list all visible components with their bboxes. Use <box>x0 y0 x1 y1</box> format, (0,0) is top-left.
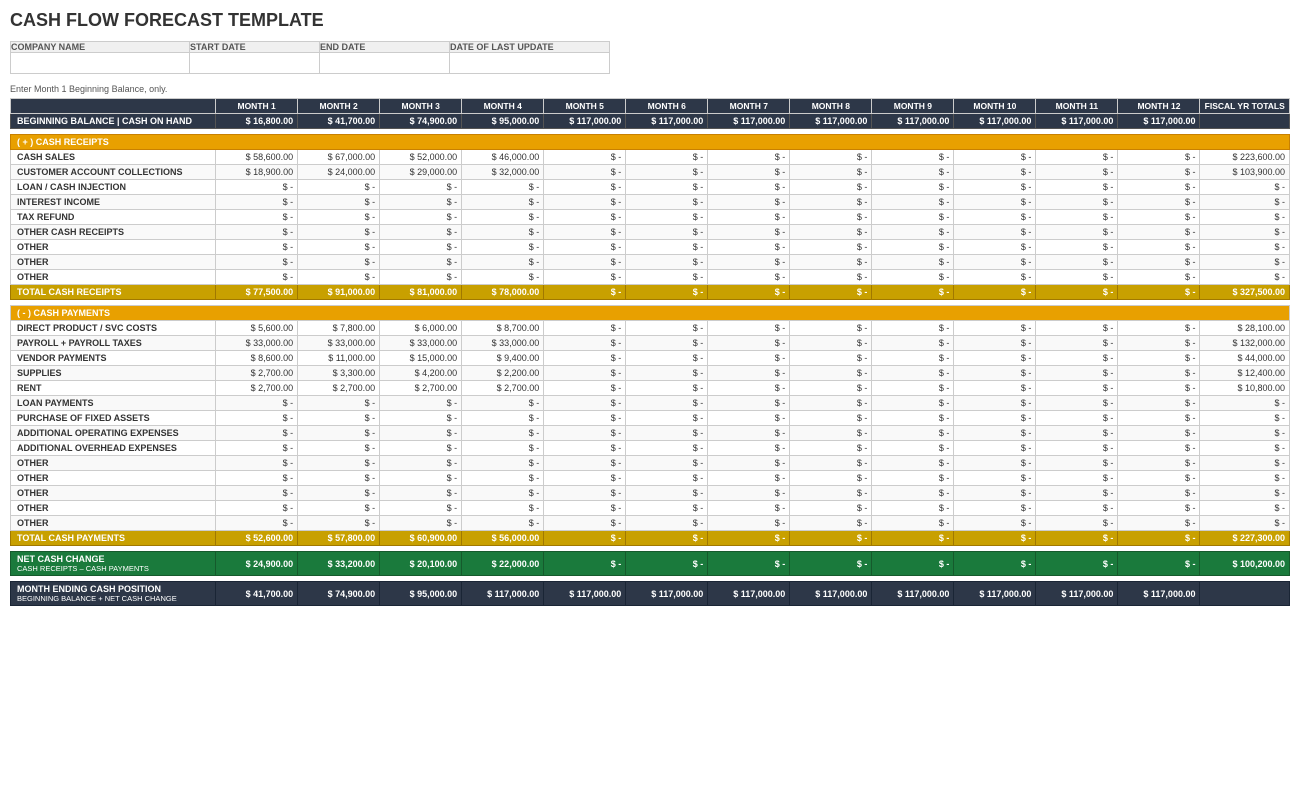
cash-payments-header: ( - ) CASH PAYMENTS <box>11 306 1290 321</box>
receipt-row-7: OTHER $ - $ - $ - $ - $ - $ - $ - $ - $ … <box>11 255 1290 270</box>
month-ending-label: MONTH ENDING CASH POSITION BEGINNING BAL… <box>11 582 216 606</box>
r0-m10[interactable]: $ - <box>954 150 1036 165</box>
cash-payments-header-row: ( - ) CASH PAYMENTS <box>11 306 1290 321</box>
payment-row-1: PAYROLL + PAYROLL TAXES $ 33,000.00 $ 33… <box>11 336 1290 351</box>
company-name-label: COMPANY NAME <box>11 42 189 53</box>
bb-m10[interactable]: $ 117,000.00 <box>954 114 1036 129</box>
payment-row-13: OTHER $ - $ - $ - $ - $ - $ - $ - $ - $ … <box>11 516 1290 531</box>
bb-m9[interactable]: $ 117,000.00 <box>872 114 954 129</box>
bb-m11[interactable]: $ 117,000.00 <box>1036 114 1118 129</box>
bb-m1[interactable]: $ 16,800.00 <box>216 114 298 129</box>
receipt-row-3: INTEREST INCOME $ - $ - $ - $ - $ - $ - … <box>11 195 1290 210</box>
month3-header: MONTH 3 <box>380 99 462 114</box>
cash-receipts-header-row: ( + ) CASH RECEIPTS <box>11 135 1290 150</box>
receipt-label-1: CUSTOMER ACCOUNT COLLECTIONS <box>11 165 216 180</box>
note-text: Enter Month 1 Beginning Balance, only. <box>10 82 1290 98</box>
month11-header: MONTH 11 <box>1036 99 1118 114</box>
bb-fiscal <box>1200 114 1290 129</box>
column-headers: MONTH 1 MONTH 2 MONTH 3 MONTH 4 MONTH 5 … <box>11 99 1290 114</box>
end-date-value[interactable] <box>320 53 449 73</box>
r0-m3[interactable]: $ 52,000.00 <box>380 150 462 165</box>
month7-header: MONTH 7 <box>708 99 790 114</box>
start-date-value[interactable] <box>190 53 319 73</box>
r0-m4[interactable]: $ 46,000.00 <box>462 150 544 165</box>
receipt-row-5: OTHER CASH RECEIPTS $ - $ - $ - $ - $ - … <box>11 225 1290 240</box>
payment-row-12: OTHER $ - $ - $ - $ - $ - $ - $ - $ - $ … <box>11 501 1290 516</box>
total-receipts-label: TOTAL CASH RECEIPTS <box>11 285 216 300</box>
month-ending-row: MONTH ENDING CASH POSITION BEGINNING BAL… <box>11 582 1290 606</box>
receipt-row-2: LOAN / CASH INJECTION $ - $ - $ - $ - $ … <box>11 180 1290 195</box>
page-title: CASH FLOW FORECAST TEMPLATE <box>10 10 1290 31</box>
r0-m7[interactable]: $ - <box>708 150 790 165</box>
beginning-balance-row: BEGINNING BALANCE | CASH ON HAND $ 16,80… <box>11 114 1290 129</box>
receipt-label-0: CASH SALES <box>11 150 216 165</box>
month1-header: MONTH 1 <box>216 99 298 114</box>
end-date-label: END DATE <box>320 42 449 53</box>
start-date-col: START DATE <box>190 41 320 74</box>
company-name-col: COMPANY NAME <box>10 41 190 74</box>
beginning-balance-label: BEGINNING BALANCE | CASH ON HAND <box>11 114 216 129</box>
r0-fiscal: $ 223,600.00 <box>1200 150 1290 165</box>
company-name-value[interactable] <box>11 53 189 73</box>
bb-m4[interactable]: $ 95,000.00 <box>462 114 544 129</box>
header-section: COMPANY NAME START DATE END DATE DATE OF… <box>10 41 1290 74</box>
payment-row-0: DIRECT PRODUCT / SVC COSTS $ 5,600.00 $ … <box>11 321 1290 336</box>
payment-row-11: OTHER $ - $ - $ - $ - $ - $ - $ - $ - $ … <box>11 486 1290 501</box>
label-col-header <box>11 99 216 114</box>
month8-header: MONTH 8 <box>790 99 872 114</box>
payment-row-4: RENT $ 2,700.00 $ 2,700.00 $ 2,700.00 $ … <box>11 381 1290 396</box>
month4-header: MONTH 4 <box>462 99 544 114</box>
last-update-label: DATE OF LAST UPDATE <box>450 42 609 53</box>
end-date-col: END DATE <box>320 41 450 74</box>
bb-m12[interactable]: $ 117,000.00 <box>1118 114 1200 129</box>
month10-header: MONTH 10 <box>954 99 1036 114</box>
receipt-row-8: OTHER $ - $ - $ - $ - $ - $ - $ - $ - $ … <box>11 270 1290 285</box>
payment-row-7: ADDITIONAL OPERATING EXPENSES $ - $ - $ … <box>11 426 1290 441</box>
r0-m6[interactable]: $ - <box>626 150 708 165</box>
receipt-row-0: CASH SALES $ 58,600.00 $ 67,000.00 $ 52,… <box>11 150 1290 165</box>
last-update-value[interactable] <box>450 53 609 73</box>
start-date-label: START DATE <box>190 42 319 53</box>
bb-m5[interactable]: $ 117,000.00 <box>544 114 626 129</box>
month6-header: MONTH 6 <box>626 99 708 114</box>
payment-row-3: SUPPLIES $ 2,700.00 $ 3,300.00 $ 4,200.0… <box>11 366 1290 381</box>
receipt-row-1: CUSTOMER ACCOUNT COLLECTIONS $ 18,900.00… <box>11 165 1290 180</box>
r0-m9[interactable]: $ - <box>872 150 954 165</box>
receipt-row-6: OTHER $ - $ - $ - $ - $ - $ - $ - $ - $ … <box>11 240 1290 255</box>
r0-m2[interactable]: $ 67,000.00 <box>298 150 380 165</box>
month2-header: MONTH 2 <box>298 99 380 114</box>
last-update-col: DATE OF LAST UPDATE <box>450 41 610 74</box>
r0-m5[interactable]: $ - <box>544 150 626 165</box>
payment-row-6: PURCHASE OF FIXED ASSETS $ - $ - $ - $ -… <box>11 411 1290 426</box>
main-table: MONTH 1 MONTH 2 MONTH 3 MONTH 4 MONTH 5 … <box>10 98 1290 606</box>
payment-row-9: OTHER $ - $ - $ - $ - $ - $ - $ - $ - $ … <box>11 456 1290 471</box>
r0-m11[interactable]: $ - <box>1036 150 1118 165</box>
payment-row-8: ADDITIONAL OVERHEAD EXPENSES $ - $ - $ -… <box>11 441 1290 456</box>
receipt-row-4: TAX REFUND $ - $ - $ - $ - $ - $ - $ - $… <box>11 210 1290 225</box>
fiscal-header: FISCAL YR TOTALS <box>1200 99 1290 114</box>
payment-row-2: VENDOR PAYMENTS $ 8,600.00 $ 11,000.00 $… <box>11 351 1290 366</box>
total-receipts-row: TOTAL CASH RECEIPTS $ 77,500.00 $ 91,000… <box>11 285 1290 300</box>
r0-m8[interactable]: $ - <box>790 150 872 165</box>
payment-row-5: LOAN PAYMENTS $ - $ - $ - $ - $ - $ - $ … <box>11 396 1290 411</box>
bb-m3[interactable]: $ 74,900.00 <box>380 114 462 129</box>
net-cash-label: NET CASH CHANGE CASH RECEIPTS – CASH PAY… <box>11 552 216 576</box>
net-cash-row: NET CASH CHANGE CASH RECEIPTS – CASH PAY… <box>11 552 1290 576</box>
total-payments-row: TOTAL CASH PAYMENTS $ 52,600.00 $ 57,800… <box>11 531 1290 546</box>
payment-row-10: OTHER $ - $ - $ - $ - $ - $ - $ - $ - $ … <box>11 471 1290 486</box>
cash-receipts-header: ( + ) CASH RECEIPTS <box>11 135 1290 150</box>
bb-m2[interactable]: $ 41,700.00 <box>298 114 380 129</box>
month9-header: MONTH 9 <box>872 99 954 114</box>
bb-m6[interactable]: $ 117,000.00 <box>626 114 708 129</box>
r0-m1[interactable]: $ 58,600.00 <box>216 150 298 165</box>
r0-m12[interactable]: $ - <box>1118 150 1200 165</box>
bb-m8[interactable]: $ 117,000.00 <box>790 114 872 129</box>
bb-m7[interactable]: $ 117,000.00 <box>708 114 790 129</box>
month5-header: MONTH 5 <box>544 99 626 114</box>
month12-header: MONTH 12 <box>1118 99 1200 114</box>
